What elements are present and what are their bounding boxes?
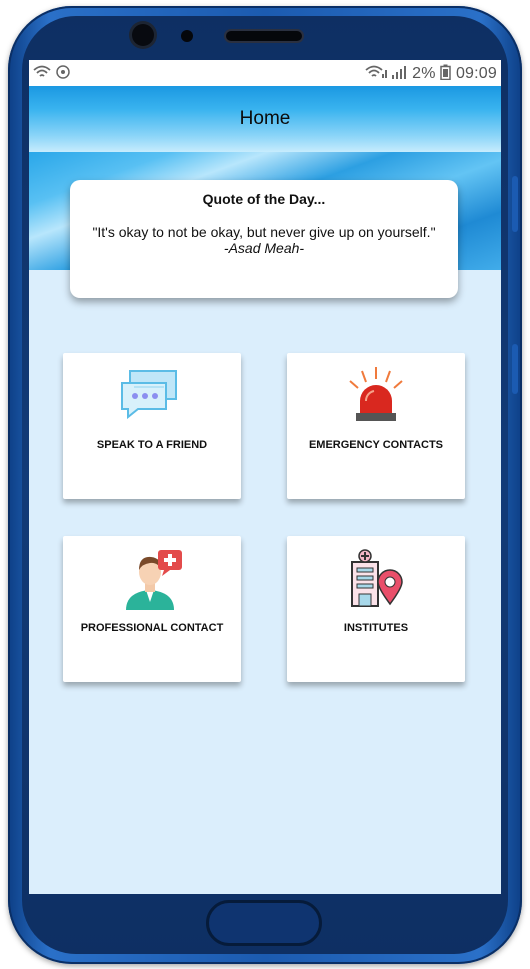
front-camera <box>132 24 154 46</box>
battery-icon <box>440 64 452 81</box>
cell-signal-icon <box>392 66 407 79</box>
siren-icon <box>287 365 465 425</box>
hospital-location-icon <box>287 548 465 608</box>
status-right: 2% 09:09 <box>365 64 497 83</box>
status-left-icons <box>33 64 71 84</box>
doctor-icon <box>63 548 241 612</box>
battery-percent: 2% <box>412 65 436 82</box>
clock: 09:09 <box>455 65 497 82</box>
page-title: Home <box>239 108 291 129</box>
power-button <box>512 344 518 394</box>
proximity-sensor <box>181 30 193 42</box>
status-bar: 2% 09:09 <box>29 60 501 86</box>
tile-label: EMERGENCY CONTACTS <box>308 439 444 451</box>
wifi-icon <box>33 65 51 77</box>
app-header: Home <box>29 86 501 152</box>
quote-author: -Asad Meah- <box>223 240 305 256</box>
institutes-tile[interactable]: INSTITUTES <box>287 536 465 682</box>
quote-title: Quote of the Day... <box>202 191 326 207</box>
location-icon <box>56 65 70 79</box>
tile-label: PROFESSIONAL CONTACT <box>80 622 224 634</box>
home-button[interactable] <box>206 900 322 946</box>
speak-to-friend-tile[interactable]: SPEAK TO A FRIEND <box>63 353 241 499</box>
earpiece-speaker <box>226 31 302 41</box>
quote-card: Quote of the Day... "It's okay to not be… <box>70 180 458 298</box>
emergency-contacts-tile[interactable]: EMERGENCY CONTACTS <box>287 353 465 499</box>
app-screen: 2% 09:09 Home Quote of the Day... "It's … <box>29 60 501 894</box>
tile-label: INSTITUTES <box>343 622 409 634</box>
volume-button <box>512 176 518 232</box>
wifi-signal-icon <box>365 65 387 78</box>
tile-label: SPEAK TO A FRIEND <box>96 439 208 451</box>
professional-contact-tile[interactable]: PROFESSIONAL CONTACT <box>63 536 241 682</box>
quote-text: "It's okay to not be okay, but never giv… <box>92 224 436 240</box>
chat-bubbles-icon <box>63 365 241 421</box>
